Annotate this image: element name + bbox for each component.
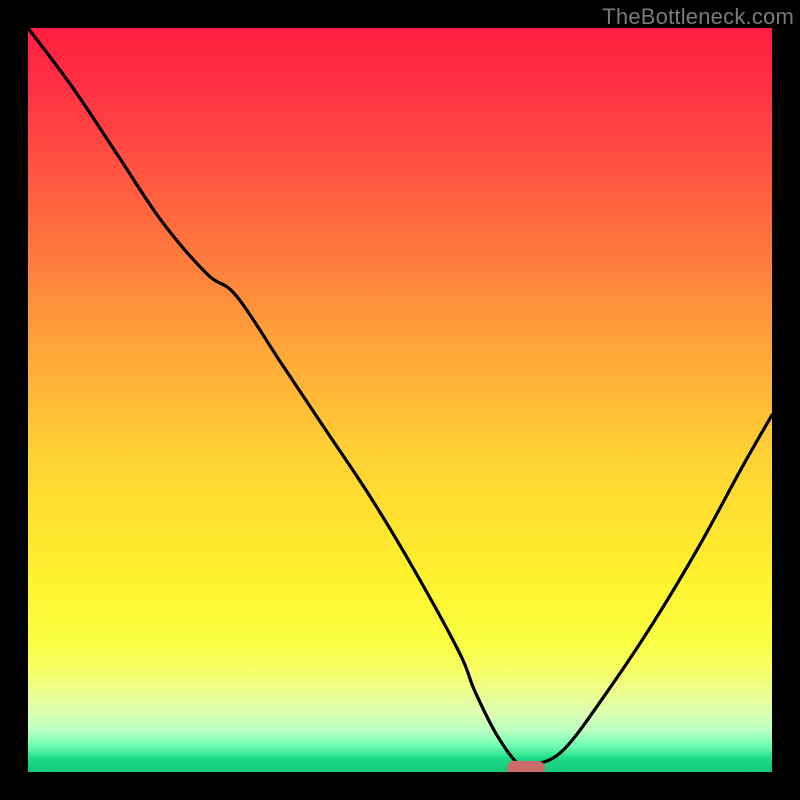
plot-area bbox=[28, 28, 772, 772]
watermark-text: TheBottleneck.com bbox=[602, 4, 794, 30]
bottleneck-curve bbox=[28, 28, 772, 772]
chart-stage: TheBottleneck.com bbox=[0, 0, 800, 800]
optimum-marker bbox=[507, 761, 545, 772]
curve-path bbox=[28, 28, 772, 768]
